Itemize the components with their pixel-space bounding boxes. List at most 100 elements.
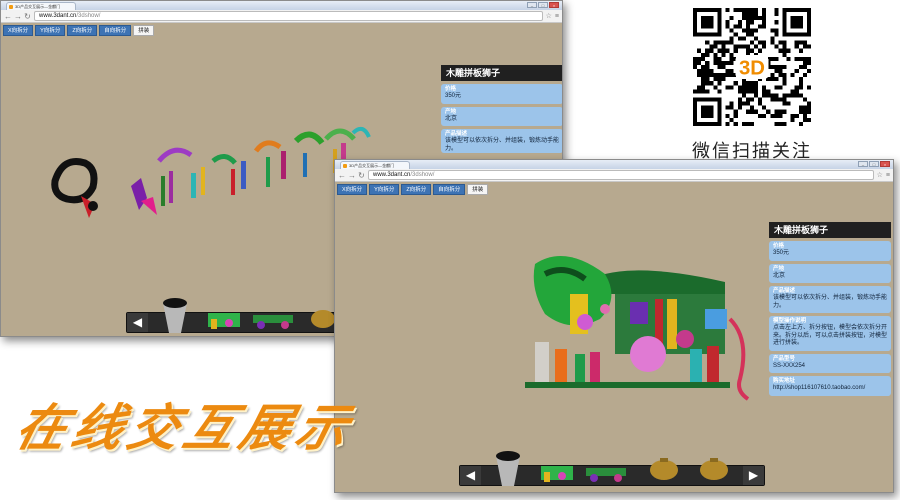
info-label: 购买地址 bbox=[773, 378, 796, 384]
info-value: 北京 bbox=[773, 272, 786, 279]
x-split-button[interactable]: X向拆分 bbox=[3, 25, 34, 36]
qr-center-logo: 3D bbox=[739, 58, 765, 80]
url-path: /3dshow/ bbox=[76, 13, 101, 19]
thumbnail-cart[interactable] bbox=[253, 315, 293, 329]
z-split-button[interactable]: Z向拆分 bbox=[67, 25, 98, 36]
browser-window-front: 3D产品交互展示—金麒门 – □ × ← → ↻ www.3dant.cn/3d… bbox=[334, 159, 894, 493]
menu-icon[interactable]: ≡ bbox=[555, 13, 559, 20]
window-controls: – □ × bbox=[527, 2, 559, 8]
browser-tab[interactable]: 3D产品交互展示—金麒门 bbox=[340, 161, 410, 169]
info-label: 产地 bbox=[445, 108, 457, 115]
prev-arrow-icon[interactable]: ◀ bbox=[460, 466, 481, 485]
assemble-button[interactable]: 拼装 bbox=[467, 184, 489, 195]
info-label: 模型操作说明 bbox=[773, 318, 807, 324]
info-value: 点击左上方、拆分按钮，模型会依次拆分开来。拆分以后，可以点击拼装按钮，对模型进行… bbox=[773, 325, 888, 346]
info-label: 价格 bbox=[445, 86, 457, 92]
address-bar[interactable]: www.3dant.cn/3dshow/ bbox=[34, 11, 543, 21]
next-arrow-icon[interactable]: ▶ bbox=[743, 466, 764, 485]
thumbnail-lion[interactable] bbox=[541, 466, 573, 482]
assembled-lion-model[interactable] bbox=[515, 254, 755, 404]
split-button-bar: X向拆分 Y向拆分 Z向拆分 自向拆分 拼装 bbox=[3, 25, 155, 36]
info-label: 产品描述 bbox=[445, 131, 468, 137]
close-button[interactable]: × bbox=[880, 161, 890, 167]
minimize-button[interactable]: – bbox=[527, 2, 537, 8]
browser-toolbar: ← → ↻ www.3dant.cn/3dshow/ ☆ ≡ bbox=[1, 10, 562, 23]
info-origin: 产地 北京 bbox=[441, 106, 562, 126]
auto-split-button[interactable]: 自向拆分 bbox=[433, 184, 466, 195]
x-split-button[interactable]: X向拆分 bbox=[337, 184, 368, 195]
promo-canvas: 3D产品交互展示—金麒门 – □ × ← → ↻ www.3dant.cn/3d… bbox=[0, 0, 900, 500]
info-label: 产品型号 bbox=[773, 355, 796, 362]
qr-code: 3D bbox=[693, 8, 811, 131]
info-panel: 木雕拼板狮子 价格 350元 产地 北京 产品描述 该模型可以依次拆分、并组装，… bbox=[769, 222, 891, 399]
info-panel: 木雕拼板狮子 价格 350元 产地 北京 产品描述 该模型可以依次拆分、并组装，… bbox=[441, 65, 562, 156]
favicon-icon bbox=[9, 5, 13, 9]
info-purchase-url: 购买地址 http://shop116107610.taobao.com/ bbox=[769, 376, 891, 396]
info-description: 产品描述 该模型可以依次拆分、并组装，锻炼动手能力。 bbox=[769, 286, 891, 313]
back-arrow-icon[interactable]: ← bbox=[4, 12, 12, 21]
window-controls: – □ × bbox=[858, 161, 890, 167]
back-arrow-icon[interactable]: ← bbox=[338, 171, 346, 180]
info-price: 价格 350元 bbox=[769, 241, 891, 261]
thumbnail-teapot[interactable] bbox=[311, 310, 335, 328]
reload-icon[interactable]: ↻ bbox=[358, 171, 365, 180]
exploded-model-view[interactable] bbox=[41, 121, 371, 231]
info-value: 350元 bbox=[773, 250, 790, 256]
slogan-text: 在线交互展示 bbox=[9, 398, 361, 457]
info-value: 该模型可以依次拆分、并组装，锻炼动手能力。 bbox=[773, 295, 888, 309]
url-host: www.3dant.cn bbox=[39, 13, 77, 19]
model-carousel: ◀ bbox=[459, 451, 765, 486]
reload-icon[interactable]: ↻ bbox=[24, 12, 31, 21]
url-host: www.3dant.cn bbox=[373, 172, 411, 178]
maximize-button[interactable]: □ bbox=[869, 161, 879, 167]
star-icon[interactable]: ☆ bbox=[877, 171, 883, 179]
tab-title: 3D产品交互展示—金麒门 bbox=[349, 163, 395, 168]
y-split-button[interactable]: Y向拆分 bbox=[369, 184, 400, 195]
info-instructions: 模型操作说明 点击左上方、拆分按钮，模型会依次拆分开来。拆分以后，可以点击拼装按… bbox=[769, 316, 891, 351]
info-label: 价格 bbox=[773, 243, 785, 249]
forward-arrow-icon[interactable]: → bbox=[348, 171, 356, 180]
favicon-icon bbox=[343, 164, 347, 168]
info-label: 产地 bbox=[773, 265, 785, 272]
info-label: 产品描述 bbox=[773, 288, 796, 294]
title-bar: 3D产品交互展示—金麒门 – □ × bbox=[1, 1, 562, 10]
thumbnail-teapot-1[interactable] bbox=[650, 458, 678, 480]
z-split-button[interactable]: Z向拆分 bbox=[401, 184, 432, 195]
carousel-thumbnails bbox=[496, 451, 728, 486]
maximize-button[interactable]: □ bbox=[538, 2, 548, 8]
tab-title: 3D产品交互展示—金麒门 bbox=[15, 4, 61, 9]
menu-icon[interactable]: ≡ bbox=[886, 172, 890, 179]
auto-split-button[interactable]: 自向拆分 bbox=[99, 25, 132, 36]
product-title: 木雕拼板狮子 bbox=[769, 222, 891, 238]
url-path: /3dshow/ bbox=[410, 172, 435, 178]
thumbnail-cylinder[interactable] bbox=[496, 451, 520, 486]
carousel-thumbnails bbox=[163, 298, 335, 333]
minimize-button[interactable]: – bbox=[858, 161, 868, 167]
info-price: 价格 350元 bbox=[441, 84, 562, 104]
info-value[interactable]: http://shop116107610.taobao.com/ bbox=[773, 385, 887, 393]
split-button-bar: X向拆分 Y向拆分 Z向拆分 自向拆分 拼装 bbox=[337, 184, 489, 195]
y-split-button[interactable]: Y向拆分 bbox=[35, 25, 66, 36]
address-bar[interactable]: www.3dant.cn/3dshow/ bbox=[368, 170, 874, 180]
thumbnail-cylinder[interactable] bbox=[163, 298, 187, 333]
thumbnail-teapot-2[interactable] bbox=[700, 458, 728, 480]
info-value: 北京 bbox=[445, 115, 458, 122]
browser-toolbar: ← → ↻ www.3dant.cn/3dshow/ ☆ ≡ bbox=[335, 169, 893, 182]
forward-arrow-icon[interactable]: → bbox=[14, 12, 22, 21]
wechat-caption: 微信扫描关注 bbox=[692, 141, 812, 161]
info-origin: 产地 北京 bbox=[769, 263, 891, 283]
product-title: 木雕拼板狮子 bbox=[441, 65, 562, 81]
info-value: SS-XXX254 bbox=[773, 362, 806, 369]
prev-arrow-icon[interactable]: ◀ bbox=[127, 313, 148, 332]
browser-tab[interactable]: 3D产品交互展示—金麒门 bbox=[6, 2, 76, 10]
thumbnail-cart[interactable] bbox=[586, 468, 626, 482]
info-value: 该模型可以依次拆分、并组装，锻炼动手能力。 bbox=[445, 138, 560, 152]
star-icon[interactable]: ☆ bbox=[546, 12, 552, 20]
assemble-button[interactable]: 拼装 bbox=[133, 25, 155, 36]
info-description: 产品描述 该模型可以依次拆分、并组装，锻炼动手能力。 bbox=[441, 129, 562, 153]
model-carousel: ◀ bbox=[126, 298, 341, 333]
close-button[interactable]: × bbox=[549, 2, 559, 8]
info-value: 350元 bbox=[445, 93, 462, 99]
info-model-number: 产品型号 SS-XXX254 bbox=[769, 353, 891, 373]
thumbnail-lion[interactable] bbox=[208, 313, 240, 329]
